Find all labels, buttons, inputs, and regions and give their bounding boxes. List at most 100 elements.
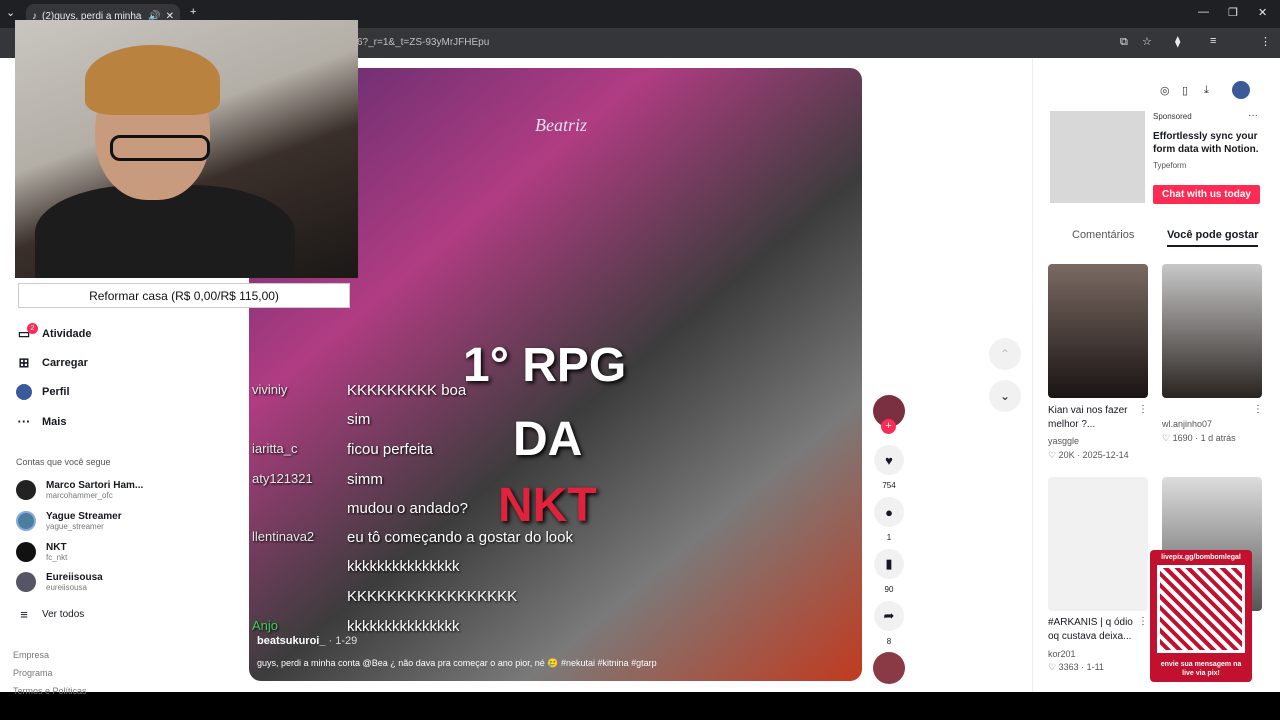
save-button[interactable]: ▮ [874,549,904,579]
following-item[interactable]: NKT fc_nkt [16,542,67,562]
account-handle: fc_nkt [46,553,68,562]
previous-video-button[interactable]: ⌃ [989,338,1021,370]
video-overlay-title: DA [513,413,583,466]
bookmark-star-icon[interactable]: ☆ [1142,35,1152,48]
video-thumbnail[interactable] [1048,477,1148,611]
account-name: Eureiisousa [46,572,103,583]
sidebar-item-profile[interactable]: Perfil [16,384,70,400]
following-item[interactable]: Eureiisousa eureiisousa [16,572,103,592]
footer-link-program[interactable]: Programa [13,668,53,678]
download-icon[interactable]: ⤓ [1204,84,1209,97]
chat-line: eu tô começando a gostar do look [347,529,573,546]
ad-title[interactable]: Effortlessly sync your form data with No… [1153,130,1263,156]
author-name: beatsukuroi_ [257,635,326,647]
see-all-link[interactable]: ≡ Ver todos [16,607,84,622]
compass-icon[interactable]: ◎ [1160,84,1170,97]
taskbar [0,692,1280,720]
heart-icon: ♥ [885,452,893,468]
sponsored-label: Sponsored [1153,112,1192,121]
chat-name: llentinava2 [252,529,315,544]
sidebar-item-label: Perfil [42,386,70,398]
video-author[interactable]: beatsukuroi_ · 1-29 [257,635,357,647]
chat-line: sim [347,411,371,428]
card-more-icon[interactable]: ⋮ [1138,616,1148,627]
video-caption: guys, perdi a minha conta @Bea ¿ não dav… [257,658,657,668]
account-handle: yague_streamer [46,522,104,531]
qr-url: livepix.gg/bombomlegal [1161,554,1241,561]
chat-name: Anjo [252,618,279,633]
card-stats: ♡ 20K · 2025-12-14 [1048,450,1129,460]
qr-overlay: livepix.gg/bombomlegal envie sua mensage… [1150,550,1252,682]
sidebar-item-label: Atividade [42,328,92,340]
chat-line: kkkkkkkkkkkkkkk [347,558,460,575]
card-title[interactable]: #ARKANIS | q ódio oq custava deixa... [1048,616,1140,644]
menu-icon[interactable]: ⋮ [1260,35,1271,48]
video-thumbnail[interactable] [1048,264,1148,398]
card-more-icon[interactable]: ⋮ [1138,404,1148,415]
save-count: 90 [884,585,894,594]
video-date: · 1-29 [328,635,358,647]
next-video-button[interactable]: ⌄ [989,380,1021,412]
share-button[interactable]: ➦ [874,601,904,631]
footer-link-company[interactable]: Empresa [13,650,49,660]
streamer-glasses [110,135,210,161]
restore-icon[interactable]: ❐ [1228,6,1238,19]
following-title: Contas que você segue [16,457,111,467]
chevron-up-icon: ⌃ [999,347,1011,361]
avatar [16,572,36,592]
avatar[interactable] [1232,81,1250,99]
avatar [16,384,32,400]
tab-search-icon[interactable]: ⌄ [6,6,15,19]
avatar [16,480,36,500]
qr-code [1157,565,1245,653]
sidebar-item-upload[interactable]: ⊞ Carregar [16,355,88,371]
card-user[interactable]: yasggle [1048,436,1079,446]
goal-bar: Reformar casa (R$ 0,00/R$ 115,00) [18,283,350,308]
ad-cta-button[interactable]: Chat with us today [1153,185,1260,204]
see-all-label: Ver todos [42,609,85,620]
url-text[interactable]: 6?_r=1&_t=ZS-93yMrJFHEpu [357,37,489,48]
chat-name: viviniy [252,382,288,397]
sidebar-item-label: Carregar [42,357,88,369]
follow-plus-icon[interactable]: + [881,419,896,434]
streamer-hair [85,45,220,115]
extensions-icon[interactable]: ⧫ [1175,35,1180,48]
ad-thumbnail[interactable] [1050,111,1145,203]
video-overlay-title: 1° RPG [463,339,627,392]
like-button[interactable]: ♥ [874,445,904,475]
ad-more-icon[interactable]: ··· [1248,110,1258,121]
comment-button[interactable]: ● [874,497,904,527]
new-tab-icon[interactable]: + [190,6,196,18]
tab-you-may-like[interactable]: Você pode gostar [1167,229,1259,247]
sidebar-item-label: Mais [42,415,67,428]
account-name: NKT [46,542,67,553]
video-overlay-title: NKT [498,479,597,532]
chat-line: KKKKKKKKKKKKKKKKK [347,588,518,605]
minimize-icon[interactable]: — [1198,6,1209,18]
footer-link-terms[interactable]: Termos e Políticas [13,686,87,696]
chat-line: kkkkkkkkkkkkkkk [347,618,460,635]
following-item[interactable]: Yague Streamer yague_streamer [16,511,122,531]
sound-disc-icon[interactable] [873,652,905,684]
chat-line: mudou o andado? [347,500,468,517]
card-user[interactable]: wl.anjinho07 [1162,419,1212,429]
chat-line: ficou perfeita [347,441,433,458]
following-item[interactable]: Marco Sartori Ham... marcohammer_ofc [16,480,143,500]
video-thumbnail[interactable] [1162,264,1262,398]
card-title[interactable]: Kian vai nos fazer melhor ?... [1048,404,1140,432]
card-user[interactable]: kor201 [1048,649,1076,659]
phone-icon[interactable]: ▯ [1182,84,1188,97]
chat-line: KKKKKKKKK boa [347,382,467,399]
ad-brand: Typeform [1153,161,1187,170]
comment-icon: ● [885,504,893,520]
tab-comments[interactable]: Comentários [1072,229,1134,241]
account-name: Marco Sartori Ham... [46,480,144,491]
account-handle: eureiisousa [46,583,87,592]
cast-icon[interactable]: ⧉ [1120,36,1128,49]
media-icon[interactable]: ≡ [1210,35,1216,47]
card-more-icon[interactable]: ⋮ [1253,404,1263,415]
more-icon: ··· [17,414,31,429]
bookmark-icon: ▮ [885,556,893,571]
sidebar-item-more[interactable]: ··· Mais [16,414,67,429]
close-window-icon[interactable]: ✕ [1258,6,1267,19]
